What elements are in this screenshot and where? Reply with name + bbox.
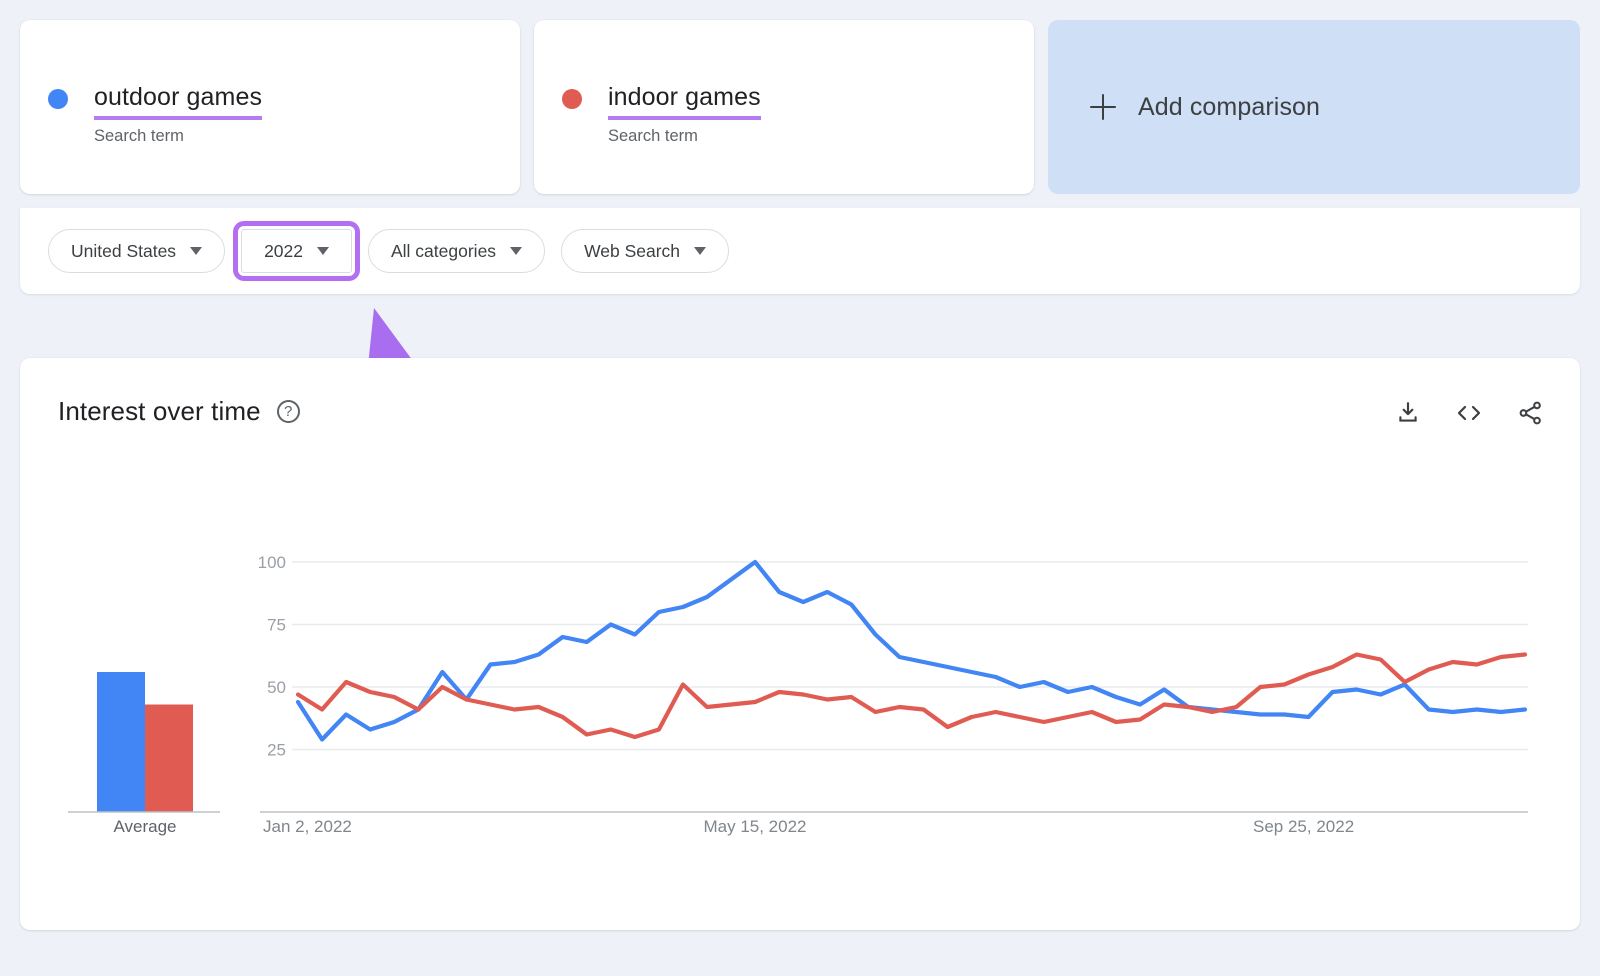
interest-over-time-card: Interest over time ? 255075100: [20, 358, 1580, 930]
filter-time-range[interactable]: 2022: [241, 229, 352, 273]
search-terms-row: outdoor games Search term indoor games S…: [20, 20, 1580, 194]
search-term-type-1: Search term: [94, 127, 262, 146]
search-term-card-1[interactable]: outdoor games Search term: [20, 20, 520, 194]
google-trends-page: outdoor games Search term indoor games S…: [0, 0, 1600, 976]
add-comparison-button[interactable]: Add comparison: [1048, 20, 1580, 194]
svg-text:Sep 25, 2022: Sep 25, 2022: [1253, 817, 1354, 836]
search-term-label-2: indoor games: [608, 82, 761, 120]
svg-text:50: 50: [267, 678, 286, 697]
series-dot-red: [562, 89, 582, 109]
filter-category[interactable]: All categories: [368, 229, 545, 273]
plus-icon: [1090, 94, 1116, 120]
svg-text:75: 75: [267, 616, 286, 635]
y-axis-labels: 25 50 75 100: [258, 553, 286, 760]
search-term-content-2: indoor games Search term: [562, 82, 761, 146]
filter-bar: United States 2022 All categories Web Se…: [20, 208, 1580, 294]
chevron-down-icon: [317, 247, 329, 255]
svg-text:Average: Average: [113, 817, 176, 836]
chevron-down-icon: [190, 247, 202, 255]
search-term-content-1: outdoor games Search term: [48, 82, 262, 146]
filter-category-label: All categories: [391, 241, 496, 262]
chevron-down-icon: [510, 247, 522, 255]
search-term-texts-1: outdoor games Search term: [94, 82, 262, 146]
add-comparison-label: Add comparison: [1138, 93, 1320, 122]
search-term-card-2[interactable]: indoor games Search term: [534, 20, 1034, 194]
chevron-down-icon: [694, 247, 706, 255]
svg-text:Jan 2, 2022: Jan 2, 2022: [263, 817, 352, 836]
filter-search-type[interactable]: Web Search: [561, 229, 729, 273]
svg-text:100: 100: [258, 553, 286, 572]
filter-location[interactable]: United States: [48, 229, 225, 273]
svg-text:25: 25: [267, 741, 286, 760]
filter-search-type-label: Web Search: [584, 241, 680, 262]
x-axis-labels: Jan 2, 2022 May 15, 2022 Sep 25, 2022 Avera…: [113, 817, 1354, 836]
series-dot-blue: [48, 89, 68, 109]
chart-series-lines: [298, 562, 1525, 740]
chart-gridlines: [292, 562, 1528, 750]
svg-text:May 15, 2022: May 15, 2022: [703, 817, 806, 836]
filter-location-label: United States: [71, 241, 176, 262]
search-term-label-1: outdoor games: [94, 82, 262, 120]
search-term-texts-2: indoor games Search term: [608, 82, 761, 146]
average-bar-chart: [97, 672, 193, 812]
interest-over-time-chart: 25 50 75 100 Jan 2, 2022 May 15, 2022 Sep 25,…: [20, 358, 1580, 930]
search-term-type-2: Search term: [608, 127, 761, 146]
filter-time-range-label: 2022: [264, 241, 303, 262]
